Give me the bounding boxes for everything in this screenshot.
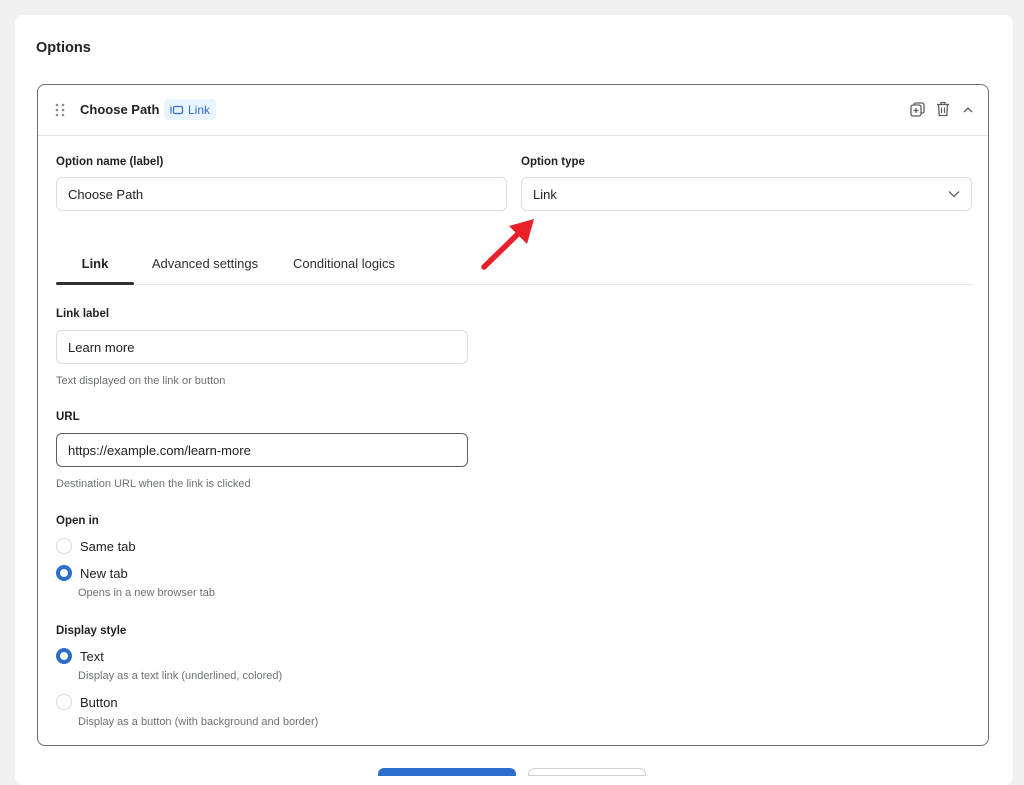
option-name-input[interactable] xyxy=(56,177,507,211)
button-style-help: Display as a button (with background and… xyxy=(78,716,319,728)
radio-button-style-label: Button xyxy=(80,694,118,710)
option-panel: Choose Path Link Option name (label) Cho… xyxy=(37,84,989,746)
tab-conditional-logics[interactable]: Conditional logics xyxy=(276,248,412,284)
radio-same-tab-label: Same tab xyxy=(80,538,136,554)
header-actions xyxy=(909,100,976,118)
link-icon xyxy=(170,105,184,114)
secondary-action-button[interactable] xyxy=(528,768,646,776)
text-style-help: Display as a text link (underlined, colo… xyxy=(78,670,283,682)
option-header[interactable]: Choose Path Link xyxy=(38,85,988,136)
option-type-label: Option type xyxy=(521,156,585,168)
display-style-label: Display style xyxy=(56,625,127,637)
chevron-down-icon xyxy=(948,191,960,198)
delete-button[interactable] xyxy=(934,100,951,118)
radio-new-tab[interactable]: New tab xyxy=(56,565,128,581)
link-label-input[interactable] xyxy=(56,330,468,364)
link-label-label: Link label xyxy=(56,308,110,320)
new-tab-help: Opens in a new browser tab xyxy=(78,587,215,599)
url-help: Destination URL when the link is clicked xyxy=(56,478,251,490)
trash-icon xyxy=(936,101,949,117)
collapse-button[interactable] xyxy=(959,100,976,118)
radio-same-tab-control[interactable] xyxy=(56,538,72,554)
radio-text-style-label: Text xyxy=(80,648,104,664)
radio-text-style[interactable]: Text xyxy=(56,648,104,664)
url-input[interactable] xyxy=(56,433,468,467)
duplicate-icon xyxy=(910,101,925,117)
option-type-badge: Link xyxy=(164,99,217,120)
duplicate-button[interactable] xyxy=(909,100,926,118)
option-name-label: Option name (label) xyxy=(56,156,164,168)
option-type-select-value: Link xyxy=(533,186,557,202)
option-type-select[interactable]: Link xyxy=(521,177,972,211)
radio-button-style[interactable]: Button xyxy=(56,694,118,710)
section-title: Options xyxy=(36,40,91,56)
radio-same-tab[interactable]: Same tab xyxy=(56,538,136,554)
link-label-help: Text displayed on the link or button xyxy=(56,375,226,387)
tab-advanced-settings[interactable]: Advanced settings xyxy=(134,248,276,284)
drag-handle-icon[interactable] xyxy=(54,102,66,118)
option-type-badge-label: Link xyxy=(188,102,211,117)
annotation-arrow-icon xyxy=(481,219,534,270)
radio-button-style-control[interactable] xyxy=(56,694,72,710)
option-title: Choose Path xyxy=(80,102,160,117)
radio-new-tab-label: New tab xyxy=(80,565,128,581)
url-label: URL xyxy=(56,411,80,423)
radio-text-style-control[interactable] xyxy=(56,648,72,664)
primary-action-button[interactable] xyxy=(378,768,516,776)
open-in-label: Open in xyxy=(56,515,99,527)
radio-new-tab-control[interactable] xyxy=(56,565,72,581)
chevron-up-icon xyxy=(963,106,972,112)
tab-link[interactable]: Link xyxy=(56,248,134,285)
